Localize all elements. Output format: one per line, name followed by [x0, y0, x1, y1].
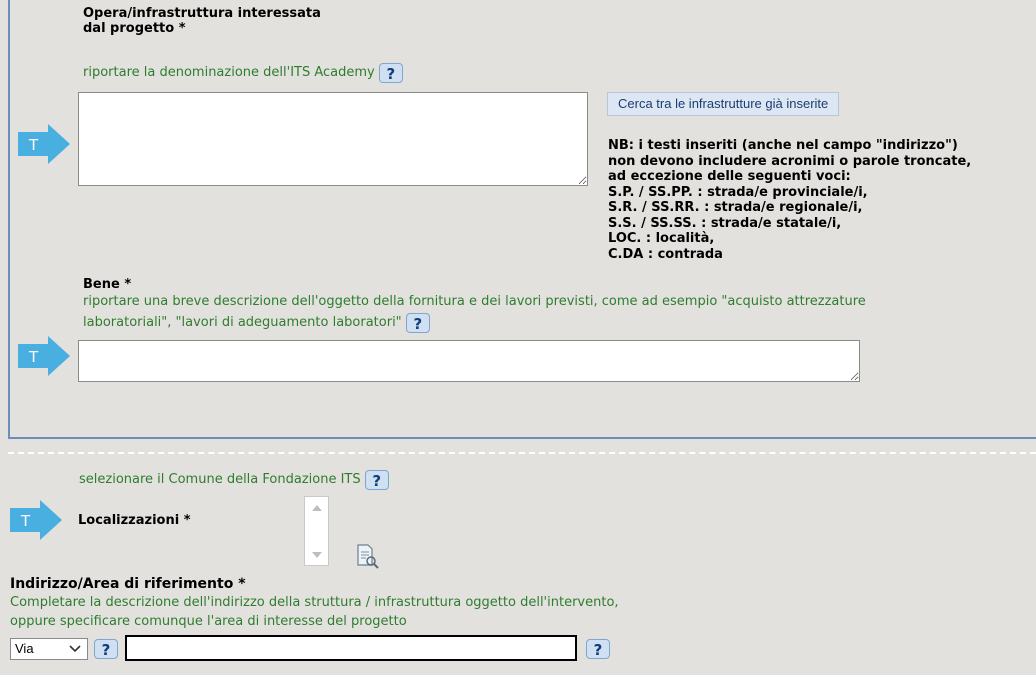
indirizzo-hint-line2: oppure specificare comunque l'area di in…: [10, 614, 407, 629]
bene-hint-line2: laboratoriali", "lavori di adeguamento l…: [83, 315, 402, 330]
t-glyph: T: [20, 512, 31, 530]
text-input-arrow-icon: T: [18, 336, 70, 376]
bene-label: Bene *: [83, 277, 132, 292]
indirizzo-hint-line1: Completare la descrizione dell'indirizzo…: [10, 595, 619, 610]
nb-line: ad eccezione delle seguenti voci:: [608, 169, 851, 184]
localizzazioni-listbox[interactable]: [304, 496, 329, 566]
t-glyph: T: [28, 348, 39, 366]
nb-line: LOC. : località,: [608, 231, 715, 246]
localizzazioni-label: Localizzazioni *: [78, 513, 191, 528]
bene-hint: riportare una breve descrizione dell'ogg…: [83, 291, 866, 333]
search-infrastructure-button[interactable]: Cerca tra le infrastrutture già inserite: [607, 92, 840, 116]
document-search-icon[interactable]: [355, 543, 379, 569]
chevron-down-icon: [69, 645, 81, 653]
localizzazioni-hint-text: selezionare il Comune della Fondazione I…: [79, 472, 361, 487]
address-input[interactable]: [125, 635, 577, 661]
bene-hint-line1: riportare una breve descrizione dell'ogg…: [83, 294, 866, 309]
indirizzo-hint: Completare la descrizione dell'indirizzo…: [10, 593, 619, 631]
opera-label-line1: Opera/infrastruttura interessata: [83, 6, 321, 21]
help-icon[interactable]: ?: [405, 312, 430, 333]
nb-line: S.R. / SS.RR. : strada/e regionale/i,: [608, 200, 863, 215]
indirizzo-label: Indirizzo/Area di riferimento *: [10, 576, 246, 592]
help-icon[interactable]: ?: [364, 469, 389, 490]
nb-note: NB: i testi inseriti (anche nel campo "i…: [608, 138, 971, 262]
nb-line: S.S. / SS.SS. : strada/e statale/i,: [608, 215, 842, 231]
nb-line: non devono includere acronimi o parole t…: [608, 153, 972, 169]
nb-line: NB: i testi inseriti (anche nel campo "i…: [608, 138, 958, 153]
opera-hint-text: riportare la denominazione dell'ITS Acad…: [83, 65, 375, 80]
opera-label: Opera/infrastruttura interessata dal pro…: [83, 6, 321, 36]
help-icon[interactable]: ?: [378, 62, 403, 83]
section-divider: [8, 452, 1036, 454]
help-icon[interactable]: ?: [586, 639, 610, 659]
opera-hint: riportare la denominazione dell'ITS Acad…: [83, 62, 403, 83]
street-type-value: Via: [15, 641, 34, 656]
scroll-down-icon[interactable]: [312, 551, 322, 559]
nb-line: C.DA : contrada: [608, 246, 723, 262]
text-input-arrow-icon: T: [10, 500, 62, 540]
localizzazioni-hint: selezionare il Comune della Fondazione I…: [79, 469, 389, 490]
bene-textarea[interactable]: [78, 340, 860, 382]
text-input-arrow-icon: T: [18, 124, 70, 164]
street-type-select[interactable]: Via: [10, 638, 88, 660]
opera-textarea[interactable]: [78, 92, 588, 186]
opera-label-line2: dal progetto *: [83, 21, 186, 36]
nb-line: S.P. / SS.PP. : strada/e provinciale/i,: [608, 184, 868, 200]
t-glyph: T: [28, 136, 39, 154]
help-icon[interactable]: ?: [94, 639, 118, 659]
scroll-up-icon[interactable]: [312, 504, 322, 512]
